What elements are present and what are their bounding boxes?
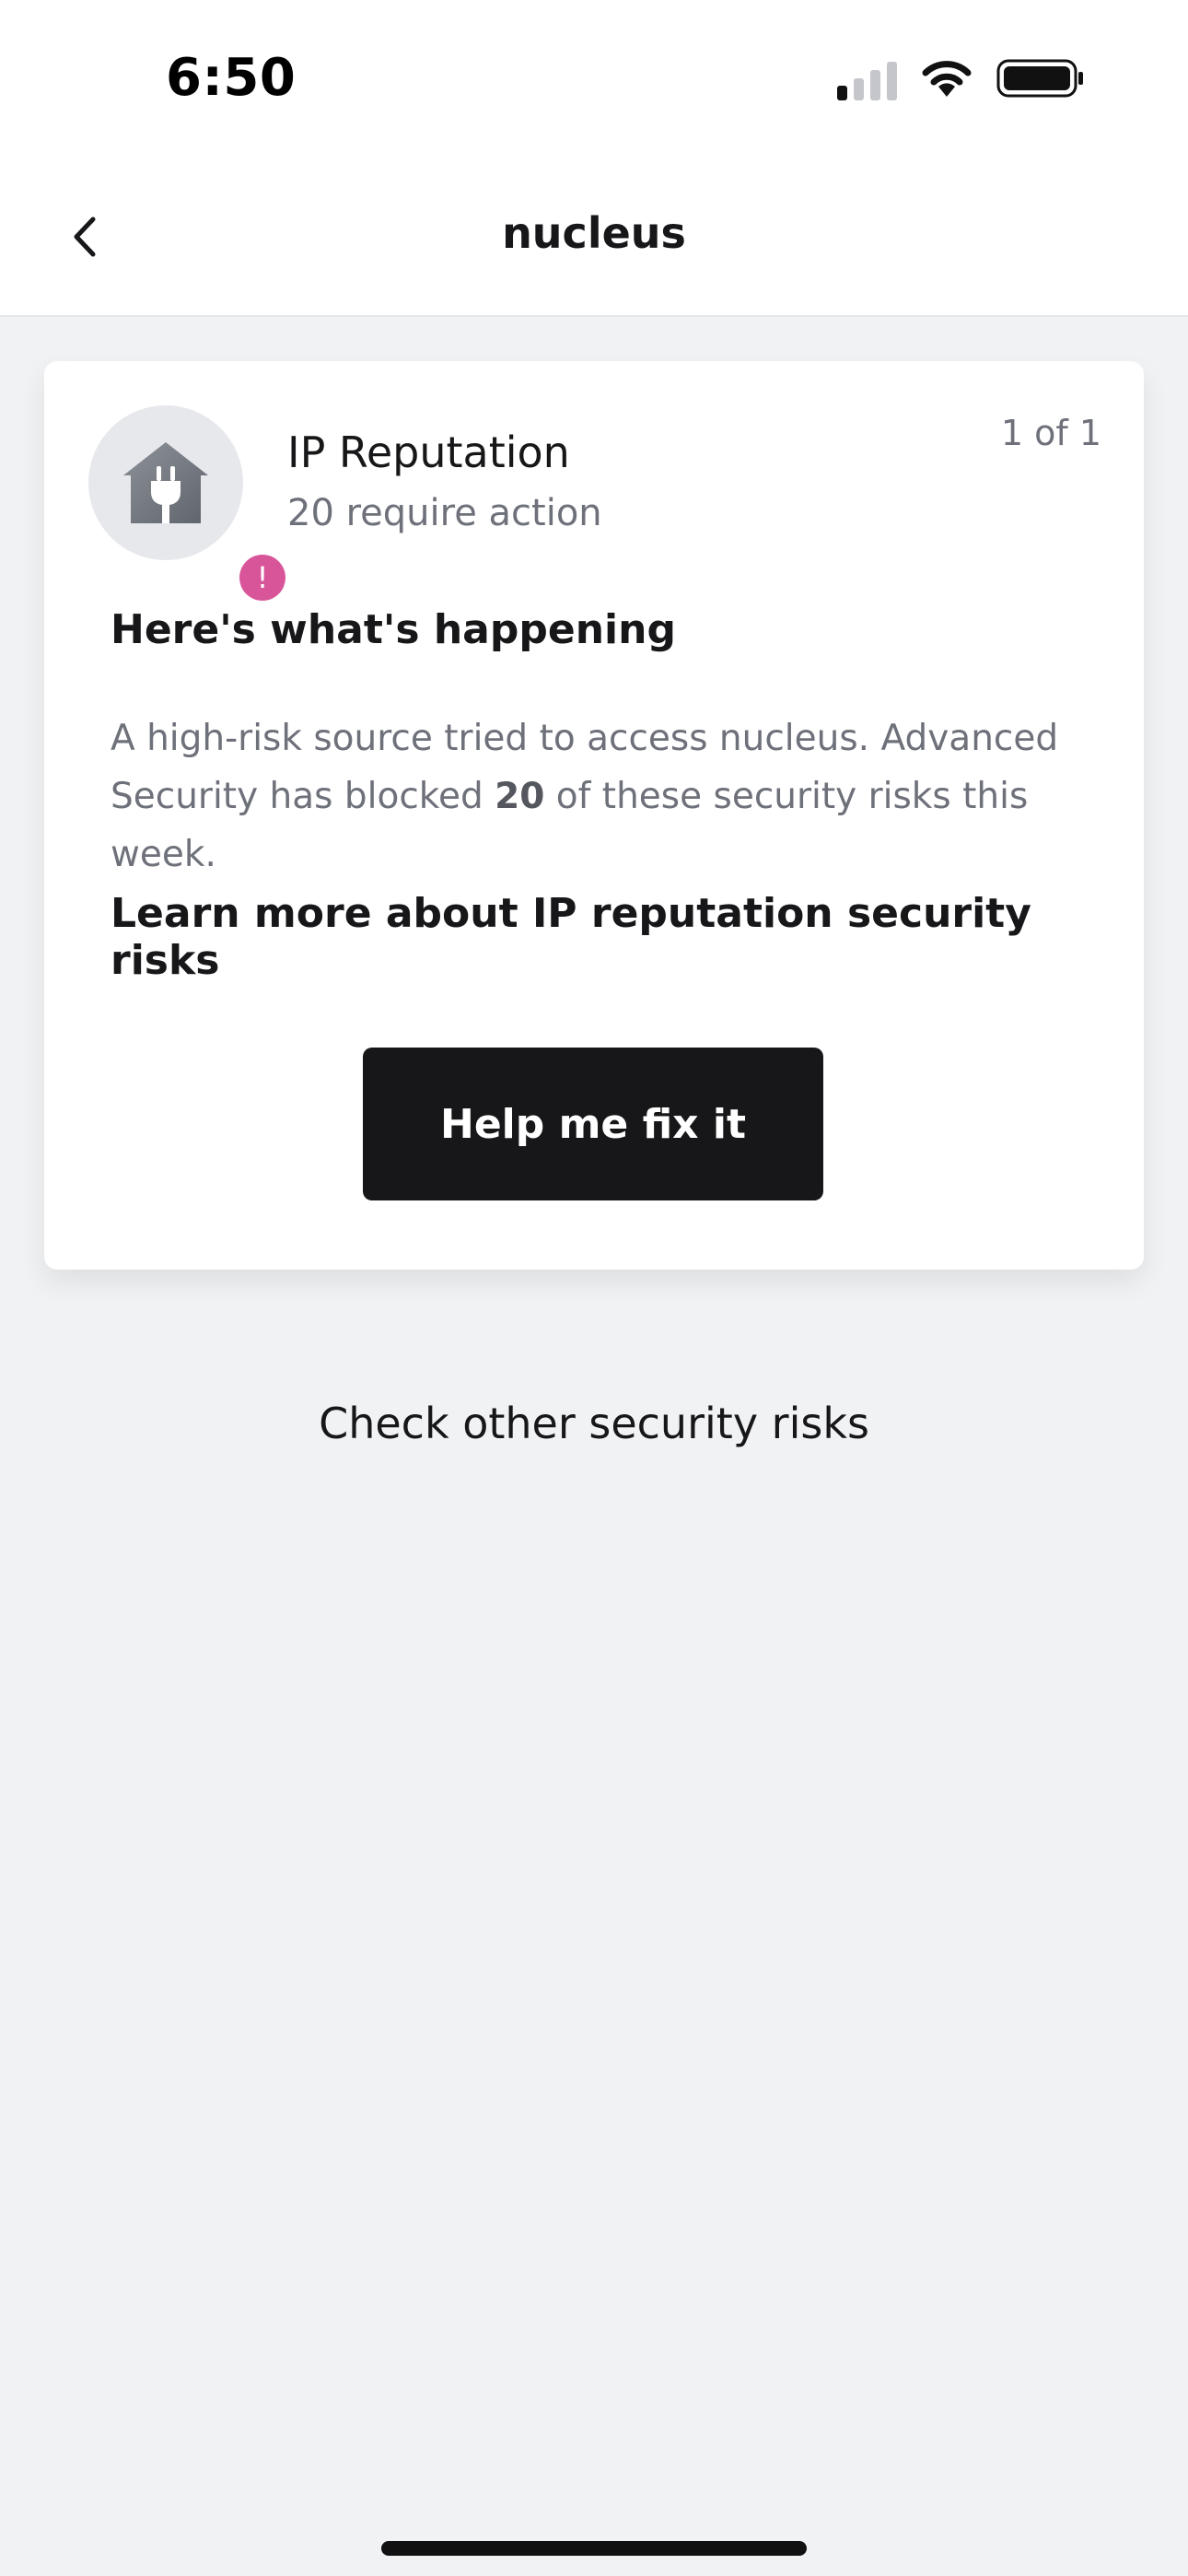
signal-icon [837,60,897,100]
alert-badge: ! [239,555,285,601]
risk-description: A high-risk source tried to access nucle… [111,709,1096,884]
status-icons [837,57,1085,103]
risk-subtitle: 20 require action [287,492,602,534]
home-indicator [381,2541,807,2556]
wifi-icon [919,58,974,102]
check-other-risks-link[interactable]: Check other security risks [0,1399,1188,1448]
security-risk-card: ! IP Reputation 20 require action 1 of 1… [44,361,1144,1270]
status-time: 6:50 [166,48,297,108]
page-indicator: 1 of 1 [1000,413,1101,453]
navigation-bar: nucleus [0,157,1188,317]
battery-icon [996,57,1085,103]
section-heading: Here's what's happening [111,606,676,653]
risk-avatar: ! [88,405,285,601]
page-title: nucleus [502,208,686,258]
house-plug-icon [123,442,208,523]
blocked-count: 20 [495,776,545,817]
help-me-fix-it-button[interactable]: Help me fix it [363,1048,823,1200]
risk-title: IP Reputation [287,427,570,477]
status-bar: 6:50 [0,0,1188,157]
learn-more-link[interactable]: Learn more about IP reputation security … [111,890,1144,984]
